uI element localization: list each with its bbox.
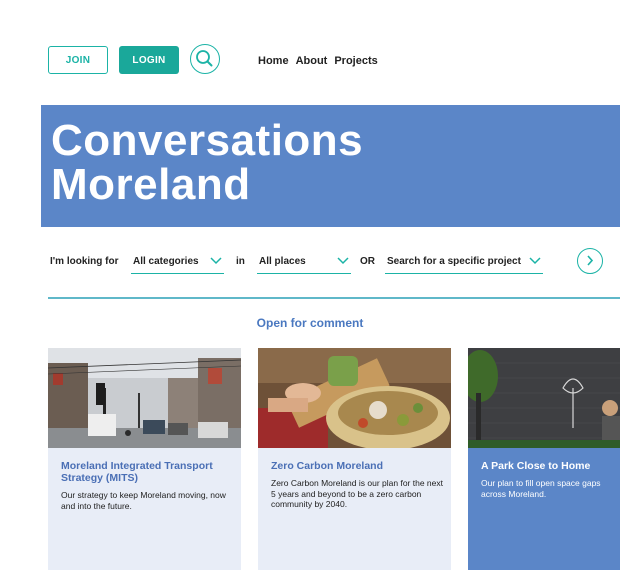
section-divider xyxy=(48,297,620,299)
nav-projects-link[interactable]: Projects xyxy=(334,55,377,67)
place-select[interactable]: All places xyxy=(257,248,351,274)
category-select-value: All categories xyxy=(133,256,199,267)
chevron-right-icon xyxy=(587,255,594,266)
join-button[interactable]: JOIN xyxy=(48,46,108,74)
project-card-mits[interactable]: Moreland Integrated Transport Strategy (… xyxy=(48,348,241,570)
park-wall-image xyxy=(468,348,620,448)
or-label: OR xyxy=(360,256,375,267)
project-search-select[interactable]: Search for a specific project xyxy=(385,248,543,274)
main-nav: Home About Projects xyxy=(258,55,378,67)
project-search-placeholder: Search for a specific project xyxy=(387,256,521,267)
nav-home-link[interactable]: Home xyxy=(258,55,289,67)
card-title: Moreland Integrated Transport Strategy (… xyxy=(61,460,213,484)
project-card-zero-carbon[interactable]: Zero Carbon Moreland Zero Carbon Morelan… xyxy=(258,348,451,570)
category-select[interactable]: All categories xyxy=(131,248,224,274)
card-description: Our plan to fill open space gaps across … xyxy=(481,478,601,499)
looking-for-label: I'm looking for xyxy=(50,256,119,267)
section-title: Open for comment xyxy=(256,316,364,330)
hero-title-line-1: Conversations xyxy=(51,116,364,165)
street-scene-image xyxy=(48,348,241,448)
login-button[interactable]: LOGIN xyxy=(119,46,179,74)
hero-banner: Conversations Moreland xyxy=(41,105,620,227)
nav-about-link[interactable]: About xyxy=(296,55,328,67)
card-description: Our strategy to keep Moreland moving, no… xyxy=(61,490,226,511)
place-select-value: All places xyxy=(259,256,306,267)
card-title: A Park Close to Home xyxy=(481,460,591,472)
project-card-park[interactable]: A Park Close to Home Our plan to fill op… xyxy=(468,348,620,570)
in-label: in xyxy=(236,256,245,267)
hero-title: Conversations Moreland xyxy=(51,119,363,207)
search-button[interactable] xyxy=(190,44,220,74)
chevron-down-icon xyxy=(210,257,222,265)
hero-title-line-2: Moreland xyxy=(51,160,251,209)
card-description: Zero Carbon Moreland is our plan for the… xyxy=(271,478,443,509)
search-go-button[interactable] xyxy=(577,248,603,274)
compost-image xyxy=(258,348,451,448)
search-icon xyxy=(196,50,213,67)
chevron-down-icon xyxy=(337,257,349,265)
project-filter-bar: I'm looking for All categories in All pl… xyxy=(48,248,620,278)
card-title: Zero Carbon Moreland xyxy=(271,460,384,472)
chevron-down-icon xyxy=(529,257,541,265)
